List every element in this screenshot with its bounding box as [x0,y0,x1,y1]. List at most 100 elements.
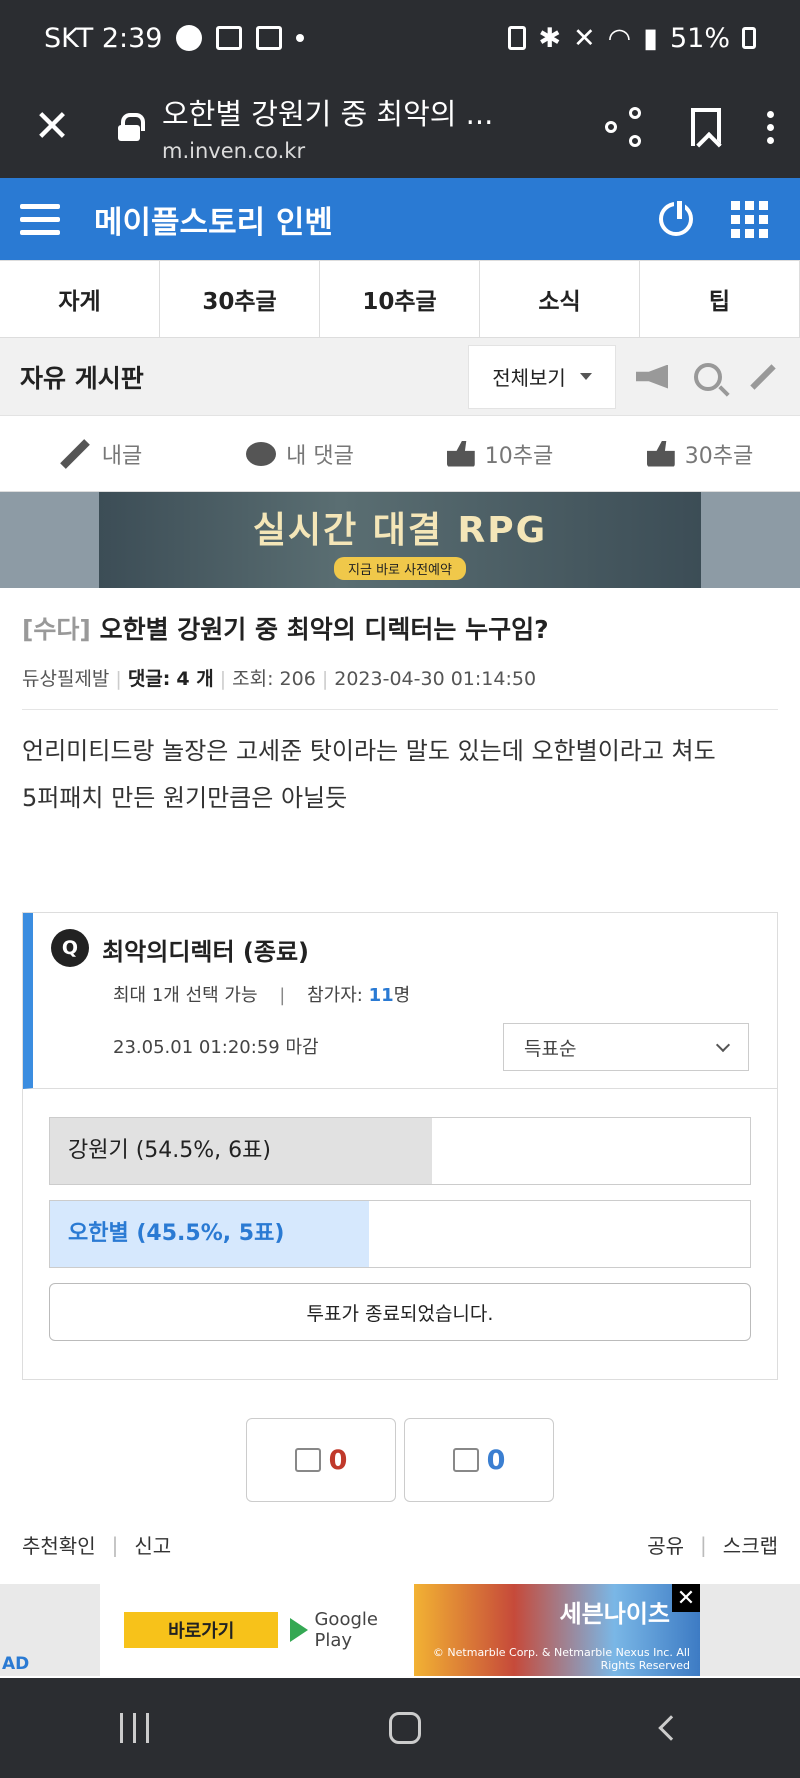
back-icon[interactable] [658,1715,684,1741]
body-line: 5퍼패치 만든 원기만큼은 아닐듯 [22,784,348,812]
bottom-ad-bar: 바로가기 Google Play 세븐나이츠 © Netmarble Corp.… [0,1584,800,1676]
poll-q-badge: Q [51,929,89,967]
sort-label: 득표순 [524,1037,577,1060]
power-icon[interactable] [659,198,693,236]
ad-close-icon[interactable]: ✕ [672,1584,700,1612]
article-title-text: 오한별 강원기 중 최악의 디렉터는 누구임? [99,615,549,644]
author[interactable]: 듀상필제발 [22,668,109,690]
battery-saver-icon [508,26,527,50]
gallery-icon [216,26,243,50]
url-box[interactable]: 오한별 강원기 중 최악의 ... m.inven.co.kr [162,91,585,163]
lock-icon[interactable] [118,113,145,141]
thumbs-up-icon [646,440,675,467]
bluetooth-icon: ✱ [538,22,561,54]
notification-icon [176,25,203,51]
poll-title: 최악의디렉터 (종료) [102,938,310,966]
article-category: [수다] [22,615,91,644]
bookmark-icon[interactable] [691,108,721,146]
my-10-recommended[interactable]: 10추글 [400,438,600,470]
poll-option-label: 오한별 (45.5%, 5표) [68,1221,285,1246]
banner-cta: 지금 바로 사전예약 [334,556,466,580]
participants-unit: 명 [393,985,411,1006]
my-30-recommended[interactable]: 30추글 [600,438,800,470]
ad-label: AD [2,1654,30,1674]
ad-banner[interactable]: 실시간 대결 RPG 지금 바로 사전예약 [0,492,800,588]
article: [수다] 오한별 강원기 중 최악의 디렉터는 누구임? 듀상필제발 | 댓글: 4… [0,588,800,1502]
tab-tips[interactable]: 팁 [640,261,800,337]
battery-icon [742,27,756,49]
poll-option-label: 강원기 (54.5%, 6표) [68,1138,271,1163]
view-select[interactable]: 전체보기 [468,344,616,409]
photo-icon [256,26,283,50]
site-name[interactable]: 메이플스토리 인벤 [94,197,333,242]
google-play-icon [290,1618,309,1642]
page-title: 오한별 강원기 중 최악의 ... [162,97,494,131]
comment-bubble-icon [246,441,277,466]
close-tab-icon[interactable]: ✕ [26,105,78,149]
sort-select[interactable]: 득표순 [503,1023,749,1071]
site-header: 메이플스토리 인벤 [0,178,800,260]
more-menu-icon[interactable] [767,110,774,144]
downvote-count: 0 [486,1444,506,1476]
apps-grid-icon[interactable] [731,200,768,238]
comments-count: 4 개 [176,668,214,690]
body-line: 언리미티드랑 놀장은 고세준 탓이라는 말도 있는데 오한별이라고 쳐도 [22,737,716,765]
article-body: 언리미티드랑 놀장은 고세준 탓이라는 말도 있는데 오한별이라고 쳐도 5퍼패… [22,728,778,822]
poll-option: 오한별 (45.5%, 5표) [49,1200,751,1268]
write-icon[interactable] [750,363,776,390]
tab-free[interactable]: 자게 [0,261,160,337]
article-meta: 듀상필제발 | 댓글: 4 개 | 조회: 206 | 2023-04-30 01:14:5… [22,664,778,710]
google-play-badge: Google Play [290,1609,413,1651]
article-title: [수다] 오한별 강원기 중 최악의 디렉터는 누구임? [22,610,778,646]
ad-image: 세븐나이츠 © Netmarble Corp. & Netmarble Nexu… [413,1584,700,1676]
poll-results: 강원기 (54.5%, 6표) 오한별 (45.5%, 5표) 투표가 종료되었… [23,1089,777,1379]
upvote-count: 0 [328,1444,348,1476]
vote-buttons: 0 0 [22,1418,778,1502]
browser-toolbar: ✕ 오한별 강원기 중 최악의 ... m.inven.co.kr [0,76,800,178]
dropdown-arrow-icon [579,373,592,380]
share-link[interactable]: 공유 [647,1530,684,1559]
poll-header: Q 최악의디렉터 (종료) 최대 1개 선택 가능 | 참가자: 11명 23.… [23,913,777,1089]
tab-news[interactable]: 소식 [480,261,640,337]
battery-percent: 51% [669,22,730,54]
signal-icon: ▮ [643,22,658,54]
participants-count: 11 [368,985,394,1006]
recent-apps-icon[interactable] [120,1713,150,1743]
search-icon[interactable] [694,362,722,391]
participants-label: 참가자: [307,985,363,1006]
report-link[interactable]: 신고 [134,1530,171,1559]
wifi-icon: ◠ [607,22,632,54]
downvote-button[interactable]: 0 [404,1418,554,1502]
poll-limit: 최대 1개 선택 가능 [113,985,258,1006]
board-bar: 자유 게시판 전체보기 [0,338,800,416]
thumbs-down-icon [452,1448,479,1472]
page-url: m.inven.co.kr [162,139,306,163]
more-notifications-dot [296,34,305,42]
home-icon[interactable] [389,1712,422,1744]
my-menu-bar: 내글 내 댓글 10추글 30추글 [0,416,800,492]
bottom-ad[interactable]: 바로가기 Google Play 세븐나이츠 © Netmarble Corp.… [100,1584,700,1676]
status-bar: SKT 2:39 ✱ ✕ ◠ ▮ 51% [0,0,800,76]
mute-icon: ✕ [572,22,596,54]
chevron-down-icon [715,1037,731,1053]
menu-icon[interactable] [20,203,60,235]
scrap-link[interactable]: 스크랩 [723,1530,778,1559]
recommend-check-link[interactable]: 추천확인 [22,1530,96,1559]
article-links: 추천확인 | 신고 공유 | 스크랩 [0,1530,800,1559]
share-icon[interactable] [605,107,645,147]
my-posts[interactable]: 내글 [0,438,200,470]
thumbs-up-icon [446,440,475,467]
poll-info: 최대 1개 선택 가능 | 참가자: 11명 [113,985,411,1006]
ad-go-button[interactable]: 바로가기 [124,1612,279,1648]
tab-10-recommended[interactable]: 10추글 [320,261,480,337]
datetime: 2023-04-30 01:14:50 [334,668,537,690]
poll-option: 강원기 (54.5%, 6표) [49,1117,751,1185]
board-title: 자유 게시판 [20,363,144,393]
ad-game-name: 세븐나이츠 [559,1600,670,1628]
tab-30-recommended[interactable]: 30추글 [160,261,320,337]
carrier-time: SKT 2:39 [44,22,163,54]
upvote-button[interactable]: 0 [246,1418,396,1502]
megaphone-icon[interactable] [636,364,668,389]
ad-copyright: © Netmarble Corp. & Netmarble Nexus Inc.… [432,1646,690,1672]
my-comments[interactable]: 내 댓글 [200,438,400,470]
